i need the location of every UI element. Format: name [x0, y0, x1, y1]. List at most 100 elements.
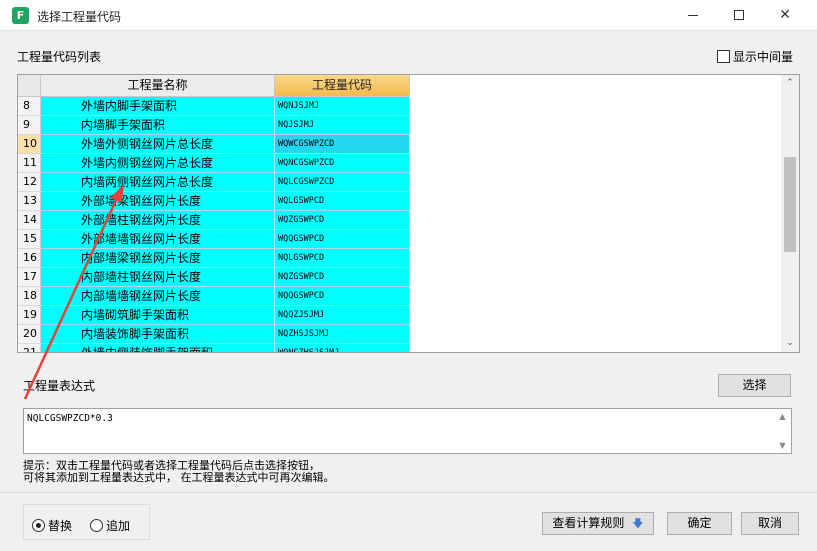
- quantity-name-cell[interactable]: 内墙两侧钢丝网片总长度: [41, 173, 275, 192]
- view-rules-label: 查看计算规则: [552, 516, 625, 530]
- quantity-code-cell[interactable]: WQWCGSWPZCD: [275, 135, 410, 154]
- maximize-icon: [734, 10, 744, 20]
- table-row[interactable]: 14 外部墙柱钢丝网片长度 WQZGSWPCD: [18, 211, 410, 230]
- row-number: 18: [18, 287, 41, 306]
- quantity-name-cell[interactable]: 内墙装饰脚手架面积: [41, 325, 275, 344]
- row-number: 20: [18, 325, 41, 344]
- row-number-header: [18, 75, 41, 97]
- table-row[interactable]: 8 外墙内脚手架面积 WQNJSJMJ: [18, 97, 410, 116]
- row-number: 21: [18, 344, 41, 352]
- hint-line-2: 可将其添加到工程量表达式中， 在工程量表达式中可再次编辑。: [23, 471, 335, 484]
- name-column-header[interactable]: 工程量名称: [41, 75, 275, 97]
- quantity-name-cell[interactable]: 内部墙柱钢丝网片长度: [41, 268, 275, 287]
- quantity-code-cell[interactable]: WQNCGSWPZCD: [275, 154, 410, 173]
- expression-label: 工程量表达式: [23, 379, 96, 393]
- quantity-name-cell[interactable]: 外部墙梁钢丝网片长度: [41, 192, 275, 211]
- table-row[interactable]: 9 内墙脚手架面积 NQJSJMJ: [18, 116, 410, 135]
- append-label: 追加: [106, 519, 131, 533]
- close-button[interactable]: ✕: [762, 0, 808, 31]
- quantity-code-cell[interactable]: NQQZJSJMJ: [275, 306, 410, 325]
- quantity-code-cell[interactable]: WQLGSWPCD: [275, 192, 410, 211]
- quantity-code-cell[interactable]: WQQGSWPCD: [275, 230, 410, 249]
- quantity-name-cell[interactable]: 外部墙墙钢丝网片长度: [41, 230, 275, 249]
- table-row[interactable]: 10 外墙外侧钢丝网片总长度 WQWCGSWPZCD: [18, 135, 410, 154]
- quantity-code-cell[interactable]: WQNJSJMJ: [275, 97, 410, 116]
- title-bar: F 选择工程量代码 ✕: [0, 0, 817, 31]
- quantity-name-cell[interactable]: 外墙外侧钢丝网片总长度: [41, 135, 275, 154]
- row-number: 14: [18, 211, 41, 230]
- table-row[interactable]: 17 内部墙柱钢丝网片长度 NQZGSWPCD: [18, 268, 410, 287]
- row-number: 9: [18, 116, 41, 135]
- row-number: 10: [18, 135, 41, 154]
- row-number: 17: [18, 268, 41, 287]
- quantity-name-cell[interactable]: 内墙砌筑脚手架面积: [41, 306, 275, 325]
- expression-input[interactable]: NQLCGSWPZCD*0.3 ▲ ▼: [23, 408, 792, 454]
- grid-scrollbar[interactable]: ⌃ ⌄: [781, 75, 799, 352]
- table-row[interactable]: 11 外墙内侧钢丝网片总长度 WQNCGSWPZCD: [18, 154, 410, 173]
- view-rules-button[interactable]: 查看计算规则 🡇: [542, 512, 654, 535]
- quantity-name-cell[interactable]: 外墙内侧钢丝网片总长度: [41, 154, 275, 173]
- quantity-code-cell[interactable]: NQLCGSWPZCD: [275, 173, 410, 192]
- append-radio[interactable]: 追加: [90, 517, 130, 534]
- row-number: 15: [18, 230, 41, 249]
- table-row[interactable]: 12 内墙两侧钢丝网片总长度 NQLCGSWPZCD: [18, 173, 410, 192]
- quantity-name-cell[interactable]: 内部墙梁钢丝网片长度: [41, 249, 275, 268]
- grid-header: 工程量名称 工程量代码: [18, 75, 410, 97]
- quantity-name-cell[interactable]: 外部墙柱钢丝网片长度: [41, 211, 275, 230]
- replace-label: 替换: [48, 519, 73, 533]
- row-number: 19: [18, 306, 41, 325]
- mode-radio-group: 替换 追加: [23, 504, 150, 540]
- quantity-code-cell[interactable]: WQNCZHSJSJMJ: [275, 344, 410, 352]
- code-column-header[interactable]: 工程量代码: [275, 75, 410, 97]
- arrow-down-icon: 🡇: [632, 517, 644, 530]
- scrollbar-thumb[interactable]: [784, 157, 796, 252]
- divider: [0, 492, 817, 493]
- app-icon: F: [12, 7, 29, 24]
- quantity-code-cell[interactable]: NQJSJMJ: [275, 116, 410, 135]
- table-row[interactable]: 16 内部墙梁钢丝网片长度 NQLGSWPCD: [18, 249, 410, 268]
- expression-value: NQLCGSWPZCD*0.3: [27, 413, 113, 424]
- hint-text: 提示：双击工程量代码或者选择工程量代码后点击选择按钮， 可将其添加到工程量表达式…: [23, 460, 335, 484]
- radio-dot-replace[interactable]: [32, 519, 45, 532]
- radio-dot-append[interactable]: [90, 519, 103, 532]
- minimize-button[interactable]: [670, 0, 716, 31]
- show-intermediate-checkbox[interactable]: 显示中间量: [717, 48, 793, 65]
- quantity-name-cell[interactable]: 外墙内脚手架面积: [41, 97, 275, 116]
- table-row[interactable]: 15 外部墙墙钢丝网片长度 WQQGSWPCD: [18, 230, 410, 249]
- row-number: 8: [18, 97, 41, 116]
- quantity-code-cell[interactable]: NQLGSWPCD: [275, 249, 410, 268]
- table-row[interactable]: 13 外部墙梁钢丝网片长度 WQLGSWPCD: [18, 192, 410, 211]
- table-row[interactable]: 20 内墙装饰脚手架面积 NQZHSJSJMJ: [18, 325, 410, 344]
- quantity-name-cell[interactable]: 内部墙墙钢丝网片长度: [41, 287, 275, 306]
- quantity-code-cell[interactable]: NQZGSWPCD: [275, 268, 410, 287]
- list-label: 工程量代码列表: [17, 50, 102, 64]
- checkbox-box[interactable]: [717, 50, 730, 63]
- select-button[interactable]: 选择: [718, 374, 791, 397]
- code-grid[interactable]: 工程量名称 工程量代码 8 外墙内脚手架面积 WQNJSJMJ 9 内墙脚手架面积 NQJ…: [17, 74, 800, 353]
- scroll-down-icon[interactable]: ⌄: [781, 335, 799, 352]
- row-number: 13: [18, 192, 41, 211]
- maximize-button[interactable]: [716, 0, 762, 31]
- scroll-up-icon[interactable]: ⌃: [781, 75, 799, 92]
- window-title: 选择工程量代码: [37, 10, 122, 24]
- scroll-down-icon[interactable]: ▼: [774, 441, 791, 450]
- replace-radio[interactable]: 替换: [32, 517, 72, 534]
- checkbox-label: 显示中间量: [733, 50, 794, 64]
- close-icon: ✕: [779, 7, 791, 23]
- quantity-name-cell[interactable]: 外墙内侧装饰脚手架面积: [41, 344, 275, 352]
- row-number: 12: [18, 173, 41, 192]
- table-row[interactable]: 21 外墙内侧装饰脚手架面积 WQNCZHSJSJMJ: [18, 344, 410, 352]
- quantity-name-cell[interactable]: 内墙脚手架面积: [41, 116, 275, 135]
- scroll-up-icon[interactable]: ▲: [774, 412, 791, 421]
- grid-rows: 8 外墙内脚手架面积 WQNJSJMJ 9 内墙脚手架面积 NQJSJMJ 10 外墙外侧钢丝…: [18, 97, 410, 352]
- quantity-code-cell[interactable]: NQZHSJSJMJ: [275, 325, 410, 344]
- table-row[interactable]: 18 内部墙墙钢丝网片长度 NQQGSWPCD: [18, 287, 410, 306]
- ok-button[interactable]: 确定: [667, 512, 732, 535]
- table-row[interactable]: 19 内墙砌筑脚手架面积 NQQZJSJMJ: [18, 306, 410, 325]
- quantity-code-cell[interactable]: WQZGSWPCD: [275, 211, 410, 230]
- quantity-code-cell[interactable]: NQQGSWPCD: [275, 287, 410, 306]
- expression-scrollbar[interactable]: ▲ ▼: [774, 409, 791, 453]
- minimize-icon: [688, 14, 698, 16]
- cancel-button[interactable]: 取消: [741, 512, 799, 535]
- row-number: 11: [18, 154, 41, 173]
